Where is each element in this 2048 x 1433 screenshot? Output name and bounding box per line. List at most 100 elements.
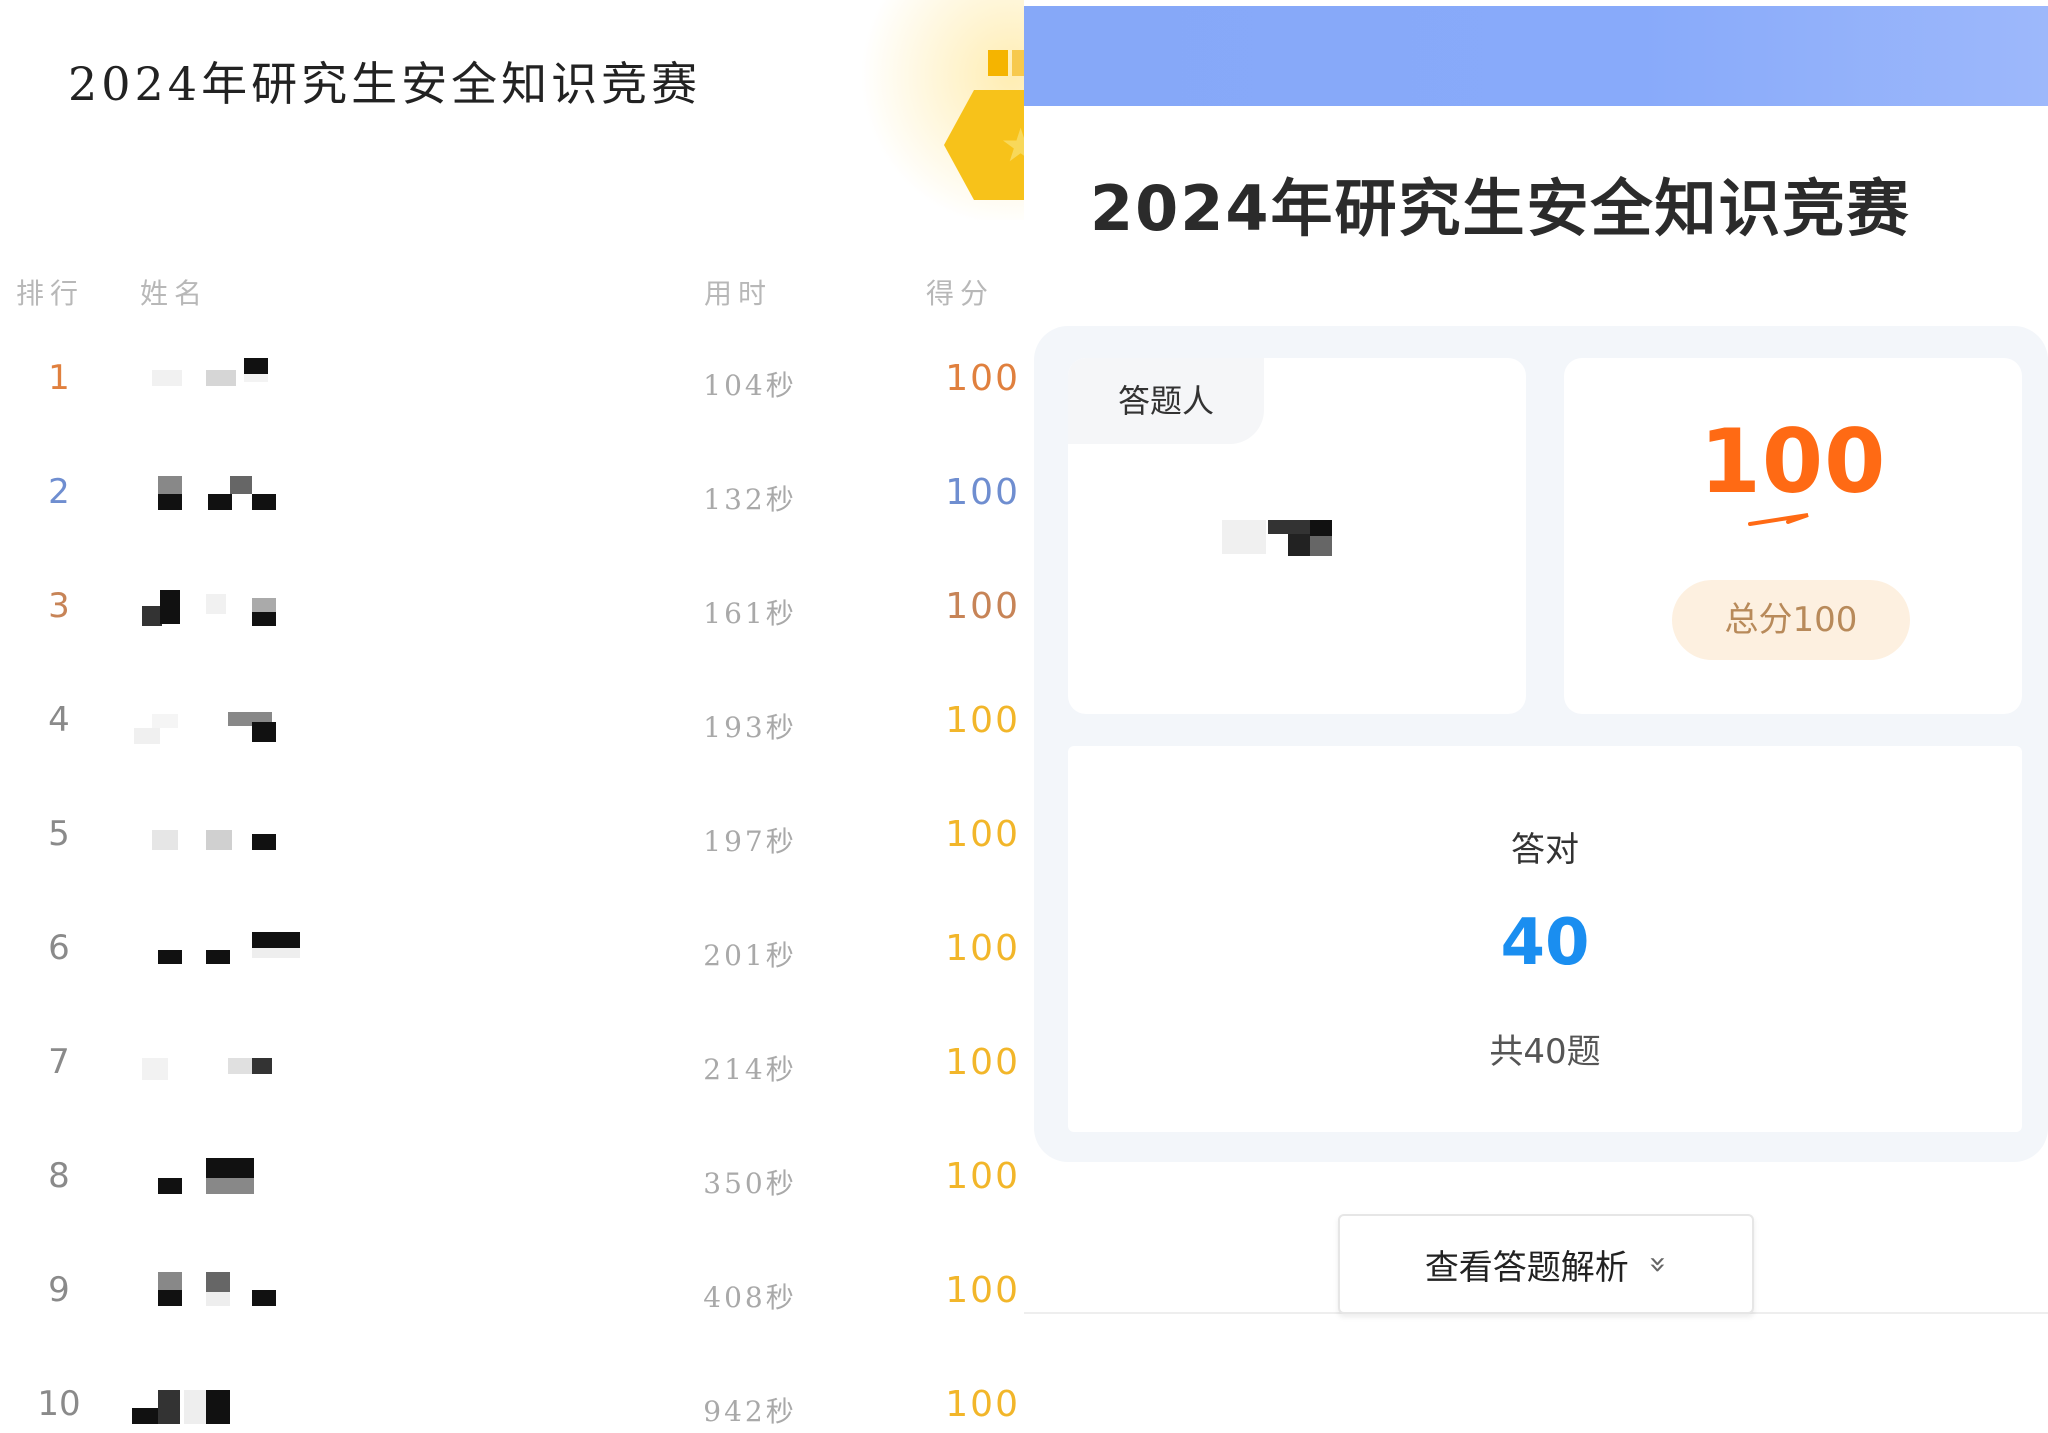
rank-number: 4 xyxy=(48,700,70,740)
redaction-block xyxy=(142,1058,168,1080)
score-value: 100 xyxy=(945,1156,1020,1197)
redaction-block xyxy=(252,612,276,626)
redaction-block xyxy=(158,1290,182,1306)
redaction-block xyxy=(134,728,160,744)
score-value: 100 xyxy=(945,586,1020,627)
redaction-block xyxy=(152,714,178,728)
redaction-block xyxy=(158,1272,182,1290)
rank-number: 3 xyxy=(48,586,70,626)
trophy-bar-icon xyxy=(988,50,1008,76)
redaction-block xyxy=(252,932,300,948)
name-redacted xyxy=(132,1272,312,1312)
redaction-block xyxy=(158,494,182,510)
redaction-block xyxy=(206,1158,254,1178)
result-title: 2024年研究生安全知识竞赛 xyxy=(1090,172,1911,245)
redaction-block xyxy=(142,606,162,626)
leaderboard-row[interactable]: 8 350秒 100 xyxy=(0,1156,1024,1270)
redaction-block xyxy=(252,948,300,958)
double-chevron-down-icon: » xyxy=(1640,1254,1676,1274)
leaderboard-row[interactable]: 4 193秒 100 xyxy=(0,700,1024,814)
redaction-block xyxy=(252,1290,276,1306)
score-value: 100 xyxy=(1699,410,1887,513)
score-underline-mark xyxy=(1748,513,1809,526)
redaction-block xyxy=(206,594,226,614)
redaction-block xyxy=(252,494,276,510)
redaction-block xyxy=(158,476,182,494)
time-value: 161秒 xyxy=(703,597,797,630)
score-value: 100 xyxy=(945,928,1020,969)
leaderboard-row[interactable]: 3 161秒 100 xyxy=(0,586,1024,700)
time-value: 197秒 xyxy=(703,825,797,858)
name-redacted xyxy=(132,1386,312,1426)
redaction-block xyxy=(132,1408,158,1424)
redaction-block xyxy=(252,834,276,850)
leaderboard-row[interactable]: 10 942秒 100 xyxy=(0,1384,1024,1433)
name-redacted xyxy=(132,702,312,744)
name-redacted xyxy=(132,588,312,628)
leaderboard-title: 2024年研究生安全知识竞赛 xyxy=(68,57,702,111)
time-value: 201秒 xyxy=(703,939,797,972)
name-redacted xyxy=(132,1158,312,1198)
name-redacted xyxy=(132,358,312,400)
question-total: 共40题 xyxy=(1489,1032,1601,1072)
score-value: 100 xyxy=(945,358,1020,399)
redaction-block xyxy=(206,370,236,386)
redaction-block xyxy=(252,722,276,742)
correct-count: 40 xyxy=(1500,906,1590,980)
redaction-block xyxy=(152,830,178,850)
leaderboard-row[interactable]: 9 408秒 100 xyxy=(0,1270,1024,1384)
score-value: 100 xyxy=(945,700,1020,741)
redaction-block xyxy=(206,1292,230,1306)
rank-number: 2 xyxy=(48,472,70,512)
rank-number: 1 xyxy=(48,358,70,398)
score-value: 100 xyxy=(945,472,1020,513)
redaction-block xyxy=(244,374,268,382)
star-icon: ★ xyxy=(1000,118,1024,172)
time-value: 942秒 xyxy=(703,1395,797,1428)
participant-tag: 答题人 xyxy=(1068,358,1264,444)
time-value: 132秒 xyxy=(703,483,797,516)
time-value: 408秒 xyxy=(703,1281,797,1314)
column-header-rank: 排行 xyxy=(16,277,85,310)
redaction-block xyxy=(208,494,232,510)
redaction-block xyxy=(206,1178,254,1194)
leaderboard-row[interactable]: 1 104秒 100 xyxy=(0,358,1024,472)
time-value: 214秒 xyxy=(703,1053,797,1086)
redaction-block xyxy=(244,358,268,374)
score-value: 100 xyxy=(945,1384,1020,1425)
column-header-time: 用时 xyxy=(704,277,773,310)
name-redacted xyxy=(132,930,312,970)
view-analysis-button[interactable]: 查看答题解析 » xyxy=(1338,1214,1754,1314)
rank-number: 9 xyxy=(48,1270,70,1310)
column-header-name: 姓名 xyxy=(140,277,209,310)
leaderboard-row[interactable]: 5 197秒 100 xyxy=(0,814,1024,928)
name-redacted xyxy=(132,474,312,514)
score-value: 100 xyxy=(945,1270,1020,1311)
rank-number: 6 xyxy=(48,928,70,968)
redaction-block xyxy=(158,1178,182,1194)
score-value: 100 xyxy=(945,1042,1020,1083)
redaction-block xyxy=(252,598,276,612)
name-redacted xyxy=(132,1044,312,1084)
time-value: 193秒 xyxy=(703,711,797,744)
leaderboard-row[interactable]: 7 214秒 100 xyxy=(0,1042,1024,1156)
trophy-bar-icon xyxy=(1012,50,1024,76)
leaderboard-row[interactable]: 2 132秒 100 xyxy=(0,472,1024,586)
correct-label: 答对 xyxy=(1511,830,1579,870)
redaction-block xyxy=(158,950,182,964)
leaderboard-screen: ★ 2024年研究生安全知识竞赛 排行 姓名 用时 得分 1 104秒 100 2 13… xyxy=(0,0,1024,1433)
redaction-block xyxy=(184,1390,206,1424)
redaction-block xyxy=(206,830,232,850)
redaction-block xyxy=(206,950,230,964)
redaction-block xyxy=(206,1272,230,1292)
redaction-block xyxy=(206,1390,230,1424)
result-screen: 2024年研究生安全知识竞赛 答题人 100 总分100 答对 40 共40题 … xyxy=(1024,0,2048,1433)
redaction-block xyxy=(152,370,182,386)
redaction-block xyxy=(230,476,252,494)
header-banner xyxy=(1024,6,2048,106)
rank-number: 5 xyxy=(48,814,70,854)
total-score-badge: 总分100 xyxy=(1672,580,1910,660)
view-analysis-label: 查看答题解析 xyxy=(1424,1247,1629,1288)
name-redacted xyxy=(132,816,312,856)
leaderboard-row[interactable]: 6 201秒 100 xyxy=(0,928,1024,1042)
